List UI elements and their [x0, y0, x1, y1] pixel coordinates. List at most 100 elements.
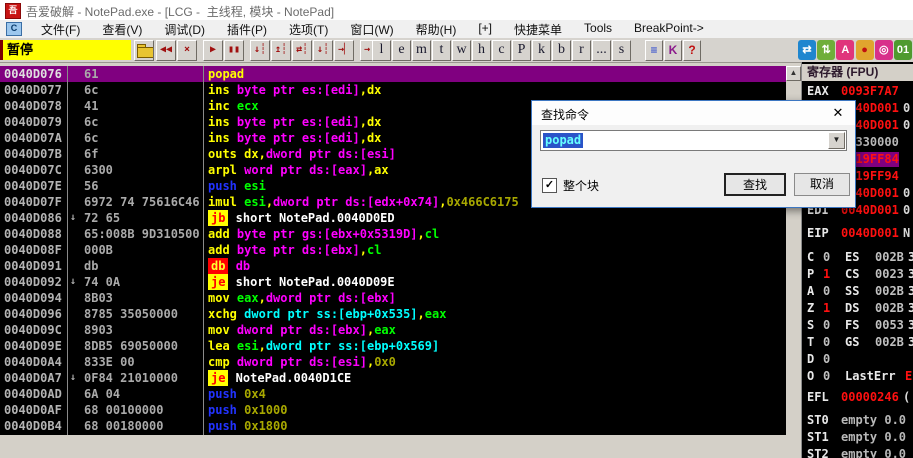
menu-item-[interactable]: 快捷菜单 [503, 20, 573, 39]
column-divider[interactable] [203, 66, 204, 435]
address-cell: 0040D096 [4, 306, 62, 322]
disasm-row-0040D0A7[interactable]: 0040D0A7↓0F84 21010000je NotePad.0040D1C… [0, 370, 786, 386]
fpu-row-st0[interactable]: ST0empty 0.0 [802, 413, 913, 428]
command-input[interactable]: popad ▼ [540, 130, 847, 151]
opcode-bytes-cell: 68 00180000 [84, 418, 202, 434]
disasm-row-0040D088[interactable]: 0040D08865:008B 9D310500add byte ptr gs:… [0, 226, 786, 242]
panel-shortcut-dots-button[interactable]: ... [592, 40, 611, 61]
close-icon[interactable]: ✕ [829, 104, 847, 122]
disasm-row-0040D0AF[interactable]: 0040D0AF68 00100000push 0x1000 [0, 402, 786, 418]
panel-shortcut-s-button[interactable]: s [612, 40, 631, 61]
cancel-button[interactable]: 取消 [794, 173, 850, 196]
app-icon: 吾 [5, 3, 21, 19]
panel-shortcut-k-button[interactable]: k [532, 40, 551, 61]
panel-shortcut-t-button[interactable]: t [432, 40, 451, 61]
panel-shortcut-l-button[interactable]: l [372, 40, 391, 61]
instruction-cell: je short NotePad.0040D09E [208, 274, 784, 290]
animate-into-button[interactable]: ⇄┆ [292, 40, 312, 61]
flag-row-o[interactable]: O0LastErrE [802, 369, 913, 384]
disasm-row-0040D0AD[interactable]: 0040D0AD6A 04push 0x4 [0, 386, 786, 402]
panel-shortcut-r-button[interactable]: r [572, 40, 591, 61]
record-icon[interactable]: ● [856, 40, 874, 60]
disasm-row-0040D09C[interactable]: 0040D09C8903mov dword ptr ds:[ebx],eax [0, 322, 786, 338]
menu-item-p[interactable]: 插件(P) [216, 20, 278, 39]
chevron-down-icon[interactable]: ▼ [828, 132, 845, 149]
find-button[interactable]: 查找 [724, 173, 786, 196]
address-cell: 0040D07E [4, 178, 62, 194]
letter-a-icon[interactable]: A [836, 40, 854, 60]
exchange-icon[interactable]: ⇄ [798, 40, 816, 60]
step-into-button[interactable]: ↓┆ [250, 40, 270, 61]
flag-row-a[interactable]: A0SS002B3 [802, 284, 913, 299]
disasm-row-0040D077[interactable]: 0040D0776cins byte ptr es:[edi],dx [0, 82, 786, 98]
menu-item-h[interactable]: 帮助(H) [405, 20, 468, 39]
flag-row-d[interactable]: D0 [802, 352, 913, 367]
menu-item-+[interactable]: [+] [467, 20, 503, 39]
disasm-row-0040D09E[interactable]: 0040D09E8DB5 69050000lea esi,dword ptr s… [0, 338, 786, 354]
restart-button[interactable]: ◀◀ [156, 40, 176, 61]
disasm-row-0040D08F[interactable]: 0040D08F000Badd byte ptr ds:[ebx],cl [0, 242, 786, 258]
flag-row-c[interactable]: C0ES002B3 [802, 250, 913, 265]
scroll-up-button[interactable]: ▲ [786, 66, 801, 81]
panel-shortcut-h-button[interactable]: h [472, 40, 491, 61]
flag-row-t[interactable]: T0GS002B3 [802, 335, 913, 350]
pause-button[interactable]: ▮▮ [224, 40, 244, 61]
child-window-icon[interactable]: C [6, 22, 22, 36]
flag-row-s[interactable]: S0FS00533 [802, 318, 913, 333]
register-row-eax[interactable]: EAX0093F7A7 [802, 84, 913, 99]
title-bar: 吾 吾爱破解 - NotePad.exe - [LCG - 主线程, 模块 - … [0, 0, 913, 20]
opcode-bytes-cell: 833E 00 [84, 354, 202, 370]
log-window-button[interactable]: ≡ [645, 40, 663, 61]
menu-item-breakpoint[interactable]: BreakPoint-> [623, 20, 715, 39]
menu-item-tools[interactable]: Tools [573, 20, 623, 39]
disasm-row-0040D0A4[interactable]: 0040D0A4833E 00cmp dword ptr ds:[esi],0x… [0, 354, 786, 370]
disasm-row-0040D096[interactable]: 0040D0968785 35050000xchg dword ptr ss:[… [0, 306, 786, 322]
help-button[interactable]: ? [683, 40, 701, 61]
menu-item-d[interactable]: 调试(D) [153, 20, 216, 39]
panel-shortcut-P-button[interactable]: P [512, 40, 531, 61]
fpu-row-st1[interactable]: ST1empty 0.0 [802, 430, 913, 445]
checkbox-label: 整个块 [563, 177, 599, 194]
binary-icon[interactable]: 01 [894, 40, 912, 60]
panel-shortcut-w-button[interactable]: w [452, 40, 471, 61]
opcode-bytes-cell: 6972 74 75616C46 [84, 194, 202, 210]
panel-shortcut-e-button[interactable]: e [392, 40, 411, 61]
dialog-title-bar[interactable]: 查找命令 ✕ [532, 101, 855, 125]
opcode-bytes-cell: 0F84 21010000 [84, 370, 202, 386]
panel-shortcut-m-button[interactable]: m [412, 40, 431, 61]
open-file-button[interactable] [134, 40, 154, 61]
menu-item-w[interactable]: 窗口(W) [339, 20, 404, 39]
opcode-bytes-cell: 61 [84, 66, 202, 82]
register-row-eip[interactable]: EIP0040D001N [802, 226, 913, 241]
checkbox-mark[interactable]: ✓ [542, 178, 557, 193]
menu-item-t[interactable]: 选项(T) [278, 20, 339, 39]
bottom-bar [0, 450, 801, 458]
flag-row-z[interactable]: Z1DS002B3 [802, 301, 913, 316]
menu-item-f[interactable]: 文件(F) [30, 20, 91, 39]
register-row-efl[interactable]: EFL00000246( [802, 390, 913, 405]
updown-icon[interactable]: ⇅ [817, 40, 835, 60]
disasm-row-0040D0B4[interactable]: 0040D0B468 00180000push 0x1800 [0, 418, 786, 434]
menu-item-v[interactable]: 查看(V) [91, 20, 153, 39]
disasm-row-0040D086[interactable]: 0040D086↓72 65jb short NotePad.0040D0ED [0, 210, 786, 226]
column-divider[interactable] [67, 66, 68, 435]
disasm-row-0040D076[interactable]: 0040D07661popad [0, 66, 786, 82]
address-cell: 0040D0AD [4, 386, 62, 402]
disasm-row-0040D094[interactable]: 0040D0948B03mov eax,dword ptr ds:[ebx] [0, 290, 786, 306]
panel-shortcut-b-button[interactable]: b [552, 40, 571, 61]
opcode-bytes-cell: 68 00100000 [84, 402, 202, 418]
entire-block-checkbox[interactable]: ✓ 整个块 [542, 177, 599, 194]
animate-over-button[interactable]: ↓┆ [313, 40, 333, 61]
panel-shortcut-c-button[interactable]: c [492, 40, 511, 61]
address-cell: 0040D094 [4, 290, 62, 306]
windows-button[interactable]: K [664, 40, 682, 61]
disasm-row-0040D092[interactable]: 0040D092↓74 0Aje short NotePad.0040D09E [0, 274, 786, 290]
flag-row-p[interactable]: P1CS00233 [802, 267, 913, 282]
step-over-button[interactable]: ↥┆ [271, 40, 291, 61]
run-button[interactable]: ▶ [203, 40, 223, 61]
disasm-row-0040D091[interactable]: 0040D091dbdb db [0, 258, 786, 274]
execute-till-return-button[interactable]: →▏ [334, 40, 354, 61]
target-icon[interactable]: ◎ [875, 40, 893, 60]
fpu-row-st2[interactable]: ST2empty 0.0 [802, 447, 913, 458]
close-program-button[interactable]: × [177, 40, 197, 61]
